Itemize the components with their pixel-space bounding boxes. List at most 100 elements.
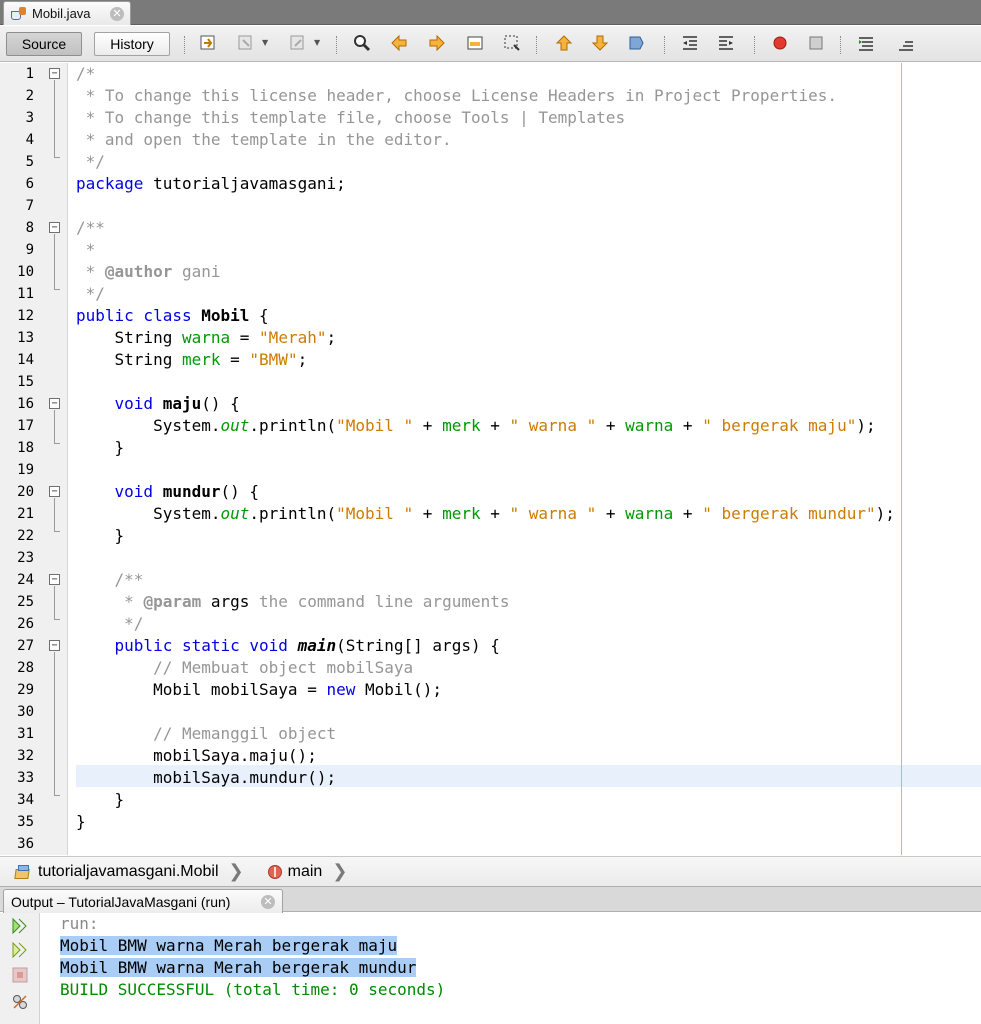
code-line-16: void maju() { <box>76 394 240 413</box>
code-line-11: */ <box>76 284 105 303</box>
shift-left-icon[interactable] <box>680 33 700 53</box>
fold-toggle-icon[interactable]: − <box>49 640 60 651</box>
fold-guide-end <box>54 531 60 532</box>
forward-icon[interactable] <box>288 33 308 53</box>
previous-bookmark-icon[interactable] <box>554 33 574 53</box>
code-line-24: /** <box>76 570 144 589</box>
line-number: 24 <box>17 572 34 588</box>
stop-icon[interactable] <box>11 966 29 984</box>
line-number: 1 <box>25 66 34 82</box>
fold-toggle-icon[interactable]: − <box>49 574 60 585</box>
toggle-highlight-icon[interactable] <box>465 33 485 53</box>
method-icon <box>267 864 282 879</box>
uncomment-icon[interactable] <box>896 33 916 53</box>
last-edit-icon[interactable] <box>198 33 218 53</box>
output-tab[interactable]: Output – TutorialJavaMasgani (run) ✕ <box>3 889 283 913</box>
toolbar-separator <box>536 36 537 54</box>
output-console[interactable]: run: Mobil BMW warna Merah bergerak maju… <box>0 913 981 1024</box>
line-number: 28 <box>17 660 34 676</box>
fold-toggle-icon[interactable]: − <box>49 486 60 497</box>
comment-icon[interactable] <box>856 33 876 53</box>
line-number: 11 <box>17 286 34 302</box>
fold-guide <box>54 652 55 795</box>
rerun-icon[interactable] <box>11 917 29 935</box>
code-line-31: // Memanggil object <box>76 724 337 743</box>
settings-icon[interactable] <box>11 993 29 1011</box>
breadcrumb-method[interactable]: main <box>288 863 323 881</box>
line-number: 17 <box>17 418 34 434</box>
code-editor[interactable]: 1 2 3 4 5 6 7 8 9 10 11 12 13 14 15 16 1… <box>0 63 981 855</box>
line-number: 22 <box>17 528 34 544</box>
code-line-1: /* <box>76 64 96 83</box>
close-output-icon[interactable]: ✕ <box>261 894 275 909</box>
output-tab-strip: Output – TutorialJavaMasgani (run) ✕ <box>0 886 981 913</box>
line-number: 14 <box>17 352 34 368</box>
breadcrumb-separator-icon[interactable]: ❯ <box>332 861 347 882</box>
editor-tab-mobil-java[interactable]: Mobil.java ✕ <box>3 1 131 25</box>
fold-guide-end <box>54 619 60 620</box>
code-line-32: mobilSaya.maju(); <box>76 746 317 765</box>
rerun-with-params-icon[interactable] <box>11 941 29 959</box>
code-line-14: String merk = "BMW"; <box>76 350 308 369</box>
code-line-33: mobilSaya.mundur(); <box>76 768 337 787</box>
back-icon[interactable] <box>236 33 256 53</box>
fold-guide <box>54 80 55 157</box>
code-line-10: * @author gani <box>76 262 221 281</box>
line-number: 19 <box>17 462 34 478</box>
code-line-4: * and open the template in the editor. <box>76 130 452 149</box>
fold-guide-end <box>54 157 60 158</box>
source-view-button[interactable]: Source <box>6 32 82 56</box>
breadcrumb-class[interactable]: tutorialjavamasgani.Mobil <box>38 863 219 881</box>
editor-toolbar: Source History ▼ ▼ <box>0 26 981 62</box>
next-bookmark-icon[interactable] <box>590 33 610 53</box>
find-next-icon[interactable] <box>427 33 447 53</box>
line-number: 26 <box>17 616 34 632</box>
fold-toggle-icon[interactable]: − <box>49 222 60 233</box>
forward-dropdown-icon[interactable]: ▼ <box>314 38 320 47</box>
line-number: 10 <box>17 264 34 280</box>
stop-macro-recording-icon[interactable] <box>806 33 826 53</box>
line-number: 9 <box>25 242 34 258</box>
output-line: Mobil BMW warna Merah bergerak maju <box>60 935 398 957</box>
toolbar-separator <box>840 36 841 54</box>
code-line-18: } <box>76 438 125 457</box>
start-macro-recording-icon[interactable] <box>770 33 790 53</box>
editor-tab-label: Mobil.java <box>32 6 91 21</box>
history-view-button[interactable]: History <box>94 32 170 56</box>
back-dropdown-icon[interactable]: ▼ <box>262 38 268 47</box>
line-number: 12 <box>17 308 34 324</box>
line-number: 31 <box>17 726 34 742</box>
output-tab-label: Output – TutorialJavaMasgani (run) <box>11 893 231 910</box>
code-line-26: */ <box>76 614 144 633</box>
toolbar-separator <box>664 36 665 54</box>
close-tab-icon[interactable]: ✕ <box>110 6 124 21</box>
toolbar-separator <box>754 36 755 54</box>
breadcrumb-separator-icon[interactable]: ❯ <box>229 861 244 882</box>
shift-right-icon[interactable] <box>716 33 736 53</box>
line-number: 5 <box>25 154 34 170</box>
line-number: 20 <box>17 484 34 500</box>
code-line-12: public class Mobil { <box>76 306 269 325</box>
find-icon[interactable] <box>352 33 372 53</box>
code-line-17: System.out.println("Mobil " + merk + " w… <box>76 416 876 435</box>
code-line-5: */ <box>76 152 105 171</box>
fold-toggle-icon[interactable]: − <box>49 68 60 79</box>
fold-guide <box>54 586 55 619</box>
class-package-icon <box>14 864 32 880</box>
line-number-gutter: 1 2 3 4 5 6 7 8 9 10 11 12 13 14 15 16 1… <box>0 63 68 855</box>
fold-guide <box>54 498 55 531</box>
fold-toggle-icon[interactable]: − <box>49 398 60 409</box>
code-line-6: package tutorialjavamasgani; <box>76 174 346 193</box>
toggle-bookmark-icon[interactable] <box>626 33 646 53</box>
toolbar-separator <box>184 36 185 54</box>
output-selected-text: Mobil BMW warna Merah bergerak maju <box>60 936 398 955</box>
fold-guide-end <box>54 443 60 444</box>
code-line-9: * <box>76 240 96 259</box>
output-line: run: <box>60 914 99 933</box>
find-previous-icon[interactable] <box>389 33 409 53</box>
code-line-29: Mobil mobilSaya = new Mobil(); <box>76 680 443 699</box>
code-line-20: void mundur() { <box>76 482 260 501</box>
fold-guide-end <box>54 289 60 290</box>
code-line-2: * To change this license header, choose … <box>76 86 837 105</box>
rectangular-selection-icon[interactable] <box>502 33 522 53</box>
